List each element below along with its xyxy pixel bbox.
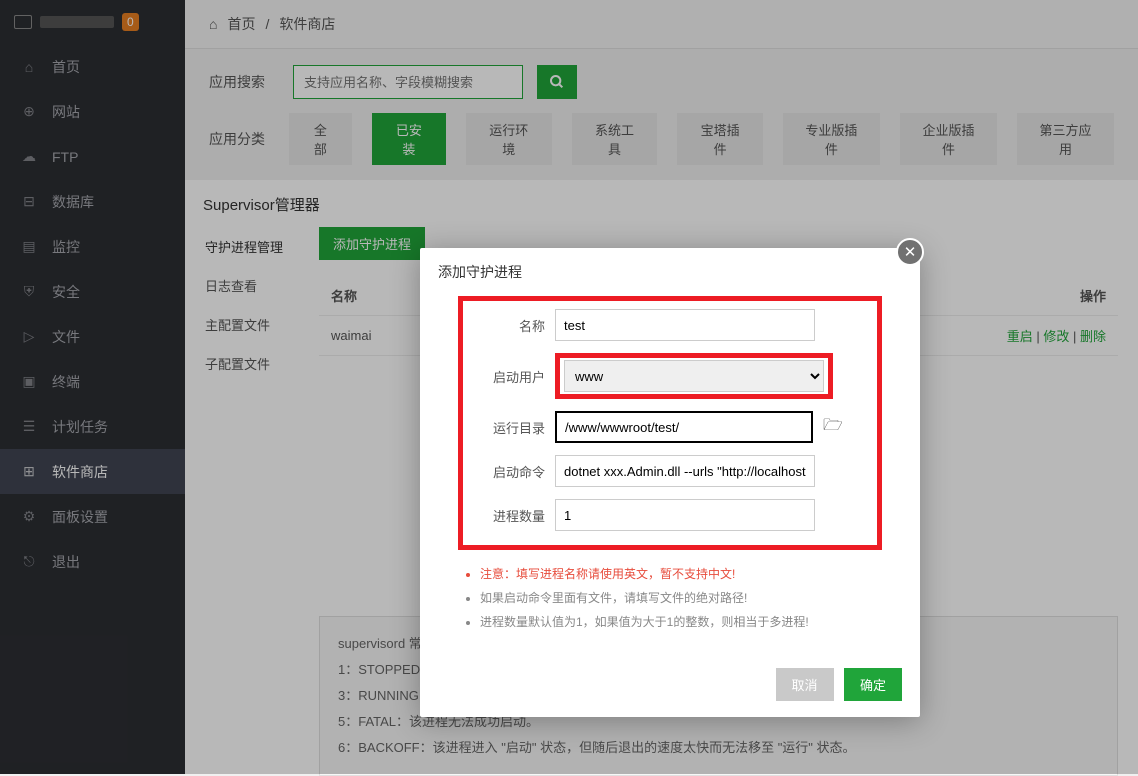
input-count[interactable] [555, 499, 815, 531]
label-user: 启动用户 [473, 367, 545, 386]
highlight-frame-2: www [555, 353, 833, 399]
folder-icon[interactable]: 🗁 [823, 414, 843, 441]
close-icon[interactable]: ✕ [896, 238, 924, 266]
modal-note: 进程数量默认值为1，如果值为大于1的整数，则相当于多进程! [480, 610, 874, 634]
modal-note: 注意：填写进程名称请使用英文，暂不支持中文! [480, 562, 874, 586]
cancel-button[interactable]: 取消 [776, 668, 834, 701]
ok-button[interactable]: 确定 [844, 668, 902, 701]
label-cmd: 启动命令 [473, 462, 545, 481]
highlight-frame-1: 名称 启动用户 www 运行目录 🗁 启动命令 [458, 296, 882, 550]
select-user[interactable]: www [564, 360, 824, 392]
modal-note: 如果启动命令里面有文件，请填写文件的绝对路径! [480, 586, 874, 610]
add-process-modal: 添加守护进程 名称 启动用户 www 运行目录 🗁 启动命令 [420, 248, 920, 717]
label-name: 名称 [473, 316, 545, 335]
input-cmd[interactable] [555, 455, 815, 487]
label-dir: 运行目录 [473, 418, 545, 437]
input-dir[interactable] [555, 411, 813, 443]
modal-title: 添加守护进程 [420, 248, 920, 296]
input-name[interactable] [555, 309, 815, 341]
label-count: 进程数量 [473, 506, 545, 525]
